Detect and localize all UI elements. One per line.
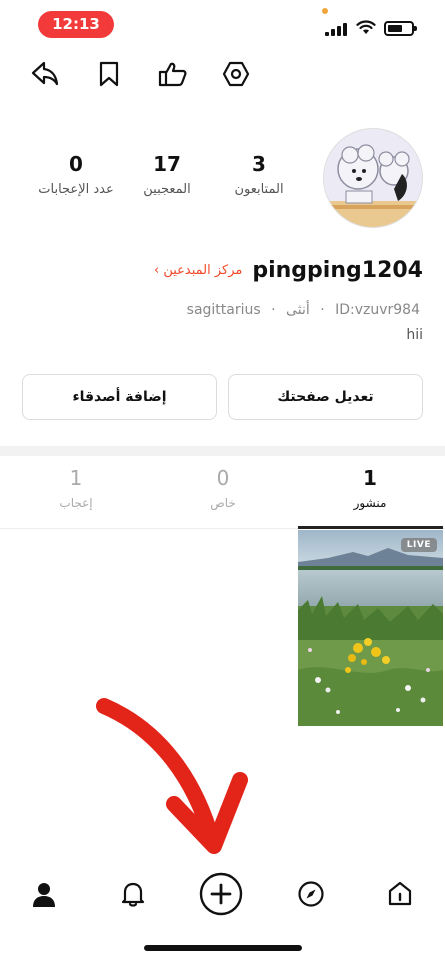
followers-count: 3 [252,152,266,176]
bio: hii [406,327,423,343]
tab-private[interactable]: 0 خاص [163,466,283,510]
profile-meta: sagittarius · أنثى · ID:vzuvr984 [184,302,423,318]
bookmark-icon[interactable] [91,56,127,92]
liked-label: إعجاب [59,496,93,510]
create-icon[interactable] [199,866,243,922]
fans-label: المعجبين [143,182,191,197]
add-friends-button[interactable]: إضافة أصدقاء [22,374,217,420]
user-id-text[interactable]: ID:vzuvr984 [335,302,420,318]
wifi-icon [356,20,376,34]
red-arrow-annotation [96,698,248,854]
battery-icon [384,21,417,36]
active-tab-indicator [298,526,443,529]
followers-stat[interactable]: 3 المتابعون [214,152,304,197]
section-divider [0,446,445,456]
post-image [298,530,443,726]
post-thumbnail[interactable]: LIVE [298,530,443,726]
thumbs-up-icon[interactable] [155,56,191,92]
explore-icon[interactable] [289,866,333,922]
profile-icon[interactable] [22,866,66,922]
home-indicator[interactable] [144,945,302,951]
privacy-indicator-dot [322,8,328,14]
profile-toolbar [0,56,445,96]
meta-separator: · [320,302,325,318]
tab-liked[interactable]: 1 إعجاب [16,466,136,510]
username: pingping1204 [252,257,423,283]
liked-count: 1 [69,466,83,490]
cellular-signal-icon [325,22,347,36]
likes-count: 0 [69,152,83,176]
settings-icon[interactable] [218,56,254,92]
private-label: خاص [210,496,236,510]
zodiac-text: sagittarius [186,302,261,318]
tab-posts[interactable]: 1 منشور [310,466,430,510]
bottom-navigation [0,866,445,926]
notifications-icon[interactable] [111,866,155,922]
username-row: مركز المبدعين › pingping1204 [154,255,423,285]
followers-label: المتابعون [234,182,284,197]
posts-count: 1 [363,466,377,490]
content-tabs: 1 منشور 0 خاص 1 إعجاب [0,466,445,528]
posts-label: منشور [353,496,387,510]
likes-label: عدد الإعجابات [38,182,114,197]
fans-count: 17 [153,152,181,176]
profile-stats: 3 المتابعون 17 المعجبين 0 عدد الإعجابات [0,152,310,212]
private-count: 0 [216,466,230,490]
edit-profile-button[interactable]: تعديل صفحتك [228,374,423,420]
avatar[interactable] [323,128,423,228]
likes-stat[interactable]: 0 عدد الإعجابات [31,152,121,197]
home-icon[interactable] [378,866,422,922]
meta-separator: · [271,302,276,318]
share-icon[interactable] [27,56,63,92]
live-badge: LIVE [400,538,437,552]
creator-center-link[interactable]: مركز المبدعين › [154,263,242,278]
status-time: 12:13 [38,11,114,38]
fans-stat[interactable]: 17 المعجبين [122,152,212,197]
gender-text: أنثى [286,302,310,318]
status-bar: 12:13 [0,0,445,50]
